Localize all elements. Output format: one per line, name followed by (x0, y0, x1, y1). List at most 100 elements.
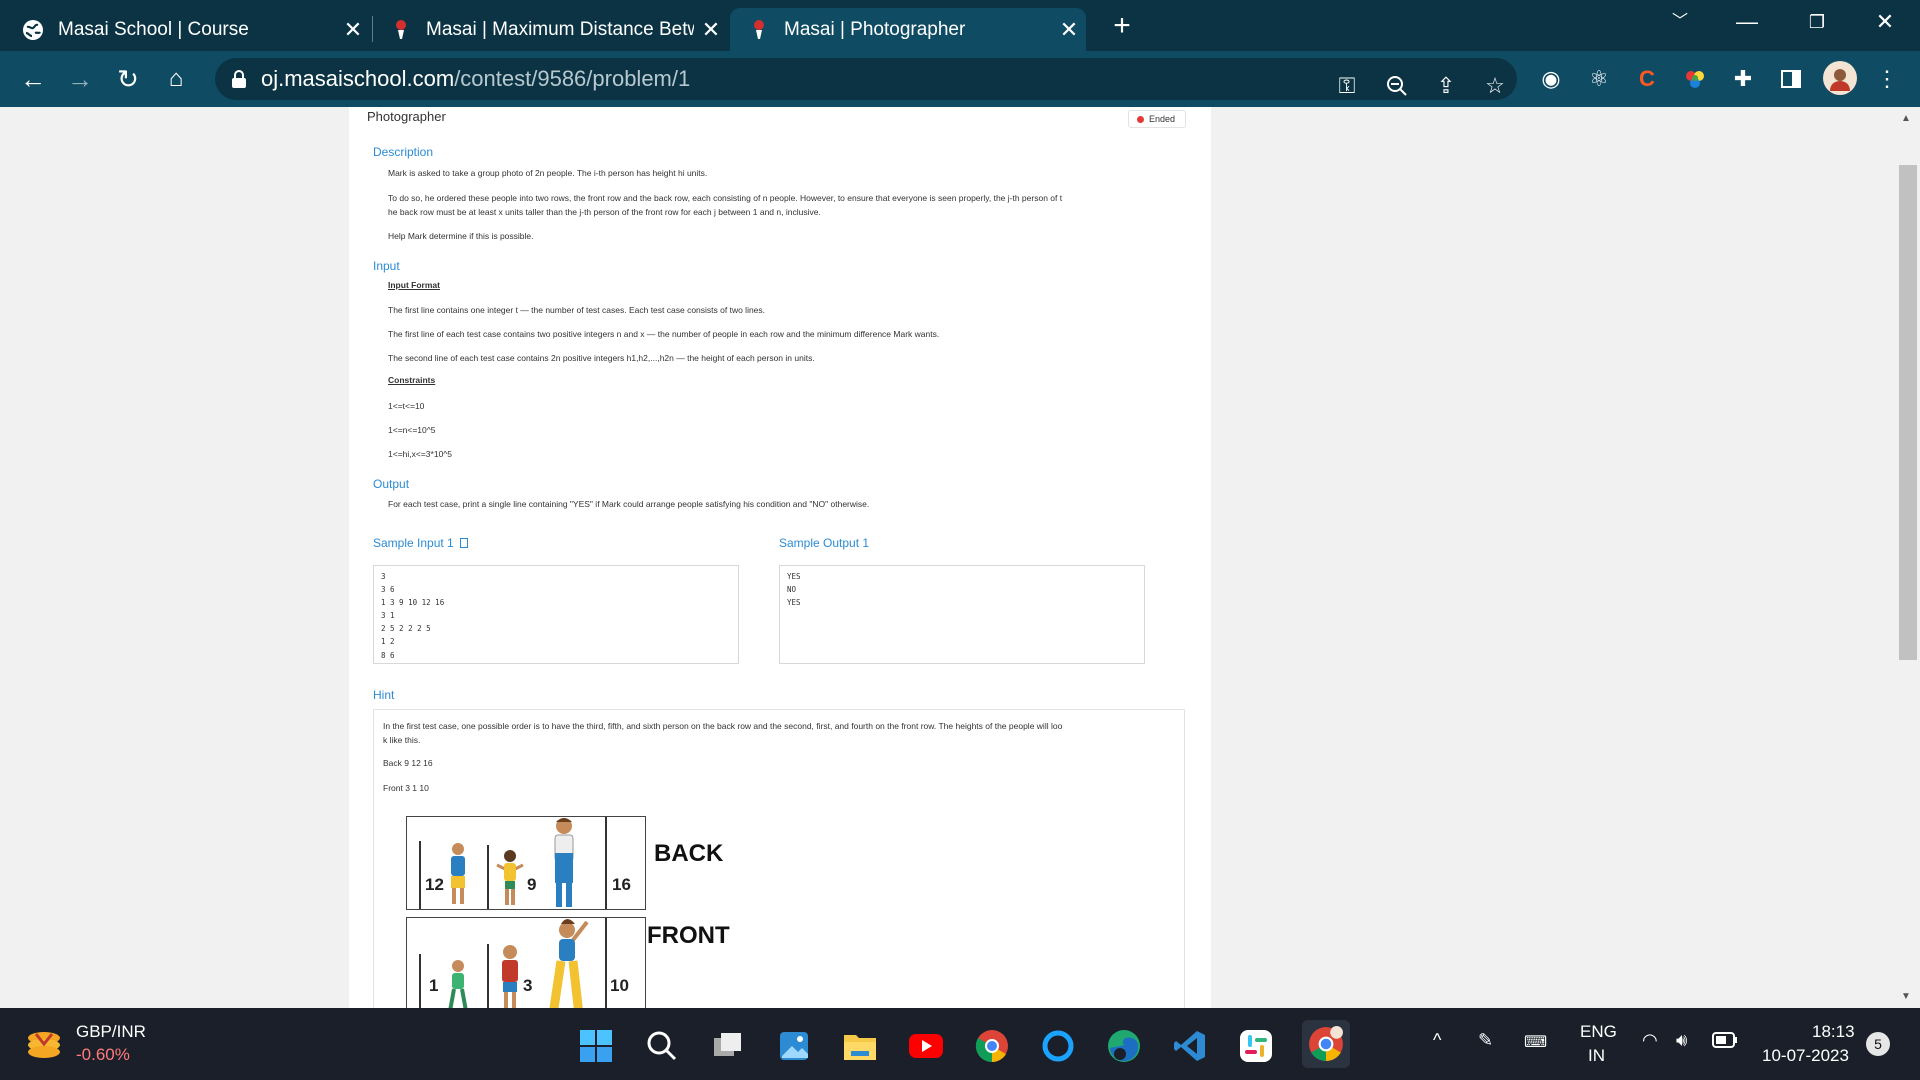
scrollbar-thumb[interactable] (1899, 165, 1917, 660)
input-heading: Input (373, 259, 400, 273)
share-icon[interactable]: ⇪ (1430, 70, 1462, 102)
restore-button[interactable]: ❐ (1782, 0, 1852, 44)
masai-logo-icon (748, 19, 770, 41)
widget-title[interactable]: GBP/INR (76, 1022, 146, 1042)
height-marker (419, 954, 421, 1008)
home-button[interactable]: ⌂ (156, 59, 196, 99)
react-devtools-icon[interactable]: ⚛ (1583, 63, 1615, 95)
search-icon[interactable] (642, 1026, 682, 1066)
output-text: For each test case, print a single line … (388, 499, 870, 509)
wifi-icon[interactable]: ◠ (1642, 1030, 1658, 1051)
sample-input-line: 8 6 (381, 650, 395, 660)
tab-close-icon[interactable]: ✕ (336, 17, 370, 43)
front-row-figure: 1 3 10 (406, 917, 646, 1008)
notification-badge[interactable]: 5 (1866, 1032, 1890, 1056)
lock-icon (232, 70, 246, 88)
problem-title: Photographer (367, 109, 446, 124)
status-text: Ended (1149, 114, 1176, 124)
new-tab-button[interactable]: + (1105, 10, 1139, 44)
scroll-down-icon[interactable]: ▼ (1901, 991, 1911, 1002)
constraint-line: 1<=n<=10^5 (388, 425, 436, 435)
height-marker (605, 918, 607, 1008)
hint-back-line: Back 9 12 16 (383, 758, 433, 768)
woman-figure-icon (549, 919, 589, 1008)
zoom-icon[interactable] (1381, 70, 1413, 102)
back-button[interactable]: ← (13, 59, 53, 99)
bookmark-star-icon[interactable]: ☆ (1479, 70, 1511, 102)
minimize-button[interactable]: — (1712, 0, 1782, 44)
widget-value: -0.60% (76, 1045, 130, 1064)
sample-output-label: Sample Output 1 (779, 536, 870, 550)
url-host: oj.masaischool.com (261, 66, 455, 91)
back-label: BACK (654, 840, 724, 867)
photos-app-icon[interactable] (774, 1026, 814, 1066)
volume-icon[interactable]: 🔊︎ (1676, 1030, 1687, 1051)
hint-heading: Hint (373, 688, 395, 702)
input-format-label: Input Format (388, 280, 440, 290)
keyboard-icon[interactable]: ⌨ (1524, 1032, 1547, 1052)
cortana-icon[interactable] (1038, 1026, 1078, 1066)
sample-output-box[interactable]: YES NO YES (779, 565, 1145, 664)
toddler-figure-icon (448, 960, 468, 1008)
description-heading: Description (373, 145, 434, 159)
tab-maximum-distance[interactable]: Masai | Maximum Distance Betw ✕ (372, 8, 728, 51)
tab-close-icon[interactable]: ✕ (694, 17, 728, 43)
status-dot (1137, 115, 1144, 123)
reload-button[interactable]: ↻ (108, 59, 148, 99)
child-figure-icon (496, 850, 524, 905)
front-height-number: 1 (429, 976, 439, 995)
clock-time[interactable]: 18:13 (1812, 1022, 1855, 1042)
sample-output-line: YES (787, 598, 801, 608)
extension-c-icon[interactable]: C (1631, 63, 1663, 95)
sample-input-line: 3 1 (381, 611, 395, 621)
tray-chevron-icon[interactable]: ^ (1433, 1030, 1441, 1051)
close-window-button[interactable]: ✕ (1850, 0, 1920, 44)
battery-icon[interactable] (1712, 1032, 1738, 1053)
page-scrollbar[interactable]: ▲ ▼ (1894, 107, 1920, 1008)
tab-photographer[interactable]: Masai | Photographer ✕ (730, 8, 1086, 51)
address-bar[interactable]: oj.masaischool.com/contest/9586/problem/… (215, 58, 1517, 100)
forward-button[interactable]: → (60, 59, 100, 99)
copy-icon[interactable] (459, 538, 468, 548)
side-panel-icon[interactable] (1775, 63, 1807, 95)
child-figure-icon (502, 945, 518, 1008)
pen-workspace-icon[interactable]: ✎ (1478, 1030, 1493, 1051)
chrome-icon[interactable] (972, 1026, 1012, 1066)
tab-label: Masai School | Course (58, 18, 249, 40)
language-bottom: IN (1588, 1046, 1605, 1065)
back-height-number: 16 (612, 875, 631, 894)
page-viewport: Photographer Ended Description Mark is a… (0, 107, 1920, 1008)
start-windows-icon[interactable] (576, 1026, 616, 1066)
color-picker-icon[interactable] (1679, 63, 1711, 95)
key-icon[interactable]: ⚿ (1331, 70, 1363, 102)
extension-target-icon[interactable]: ◉ (1535, 63, 1567, 95)
edge-icon[interactable] (1104, 1026, 1144, 1066)
front-height-number: 3 (523, 976, 533, 995)
globe-icon (22, 19, 44, 41)
currency-widget-icon[interactable] (24, 1024, 64, 1064)
sample-input-box[interactable]: 3 3 6 1 3 9 10 12 16 3 1 2 5 2 2 2 5 1 2… (373, 565, 739, 664)
browser-menu-icon[interactable]: ⋮ (1871, 63, 1903, 95)
input-line: The first line of each test case contain… (388, 329, 940, 339)
back-row-figure: 12 9 16 (406, 816, 646, 910)
hint-line: k like this. (383, 735, 421, 745)
output-heading: Output (373, 477, 410, 491)
language-top[interactable]: ENG (1580, 1022, 1617, 1042)
scroll-up-icon[interactable]: ▲ (1901, 113, 1911, 124)
sample-input-heading: Sample Input 1 (373, 536, 468, 550)
youtube-icon[interactable] (906, 1026, 946, 1066)
sample-output-line: NO (787, 585, 797, 595)
profile-avatar[interactable] (1823, 61, 1857, 95)
tab-masai-course[interactable]: Masai School | Course ✕ (0, 8, 370, 51)
clock-date[interactable]: 10-07-2023 (1762, 1046, 1849, 1066)
extensions-puzzle-icon[interactable]: ✚ (1727, 63, 1759, 95)
description-line: Mark is asked to take a group photo of 2… (388, 168, 708, 178)
file-explorer-icon[interactable] (840, 1026, 880, 1066)
task-view-icon[interactable] (708, 1026, 748, 1066)
height-marker (419, 841, 421, 909)
vscode-icon[interactable] (1170, 1026, 1210, 1066)
slack-icon[interactable] (1236, 1026, 1276, 1066)
tab-close-icon[interactable]: ✕ (1052, 17, 1086, 43)
chrome-profile-icon[interactable] (1302, 1020, 1350, 1068)
tab-search-icon[interactable]: ﹀ (1645, 0, 1715, 44)
